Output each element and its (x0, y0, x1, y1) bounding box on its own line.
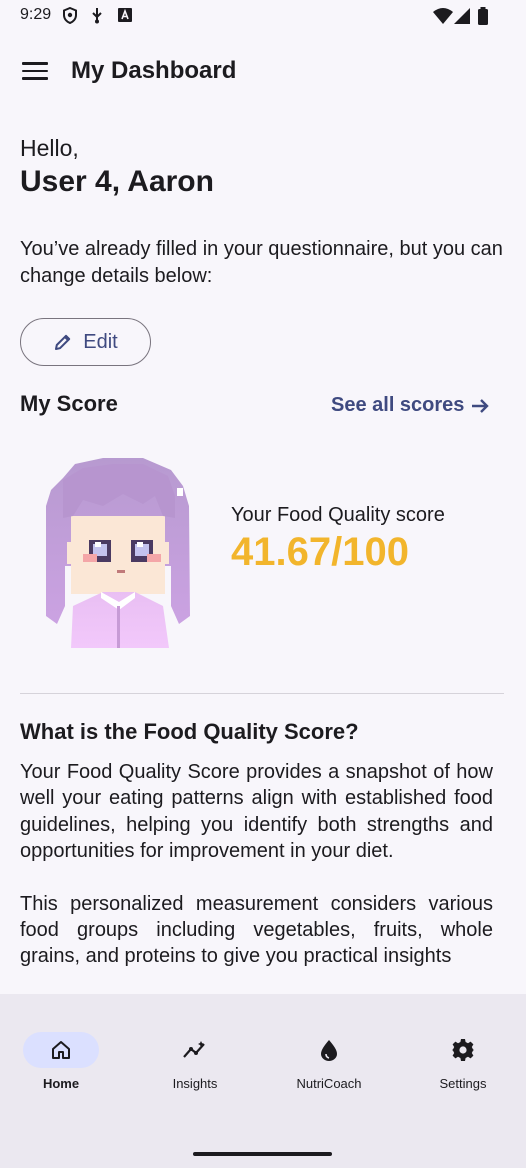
menu-icon[interactable] (22, 62, 48, 82)
edit-button-label: Edit (83, 330, 118, 353)
gear-icon (452, 1039, 474, 1061)
see-all-label: See all scores (331, 394, 465, 416)
score-section-title: My Score (20, 391, 118, 416)
insights-icon (183, 1041, 205, 1058)
about-title: What is the Food Quality Score? (20, 719, 359, 744)
page-title: My Dashboard (71, 57, 237, 84)
app-bar: My Dashboard (0, 40, 526, 104)
wifi-icon (433, 8, 453, 24)
home-icon (52, 1041, 70, 1059)
drop-icon (321, 1040, 337, 1061)
signal-icon (454, 8, 470, 24)
battery-icon (478, 7, 488, 25)
status-time: 9:29 (20, 6, 52, 23)
pencil-icon (55, 334, 71, 350)
divider (20, 693, 504, 694)
accessibility-app-icon (118, 8, 132, 22)
arrow-right-icon (472, 398, 490, 413)
nav-label-nutricoach: NutriCoach (296, 1076, 362, 1091)
home-indicator[interactable] (193, 1152, 332, 1156)
shield-icon (63, 7, 77, 24)
user-name: User 4, Aaron (20, 165, 214, 198)
nav-item-insights[interactable]: Insights (145, 1032, 245, 1091)
greeting-text: Hello, (20, 135, 79, 161)
nav-label-home: Home (42, 1076, 80, 1091)
nav-item-settings[interactable]: Settings (413, 1032, 513, 1091)
score-label: Your Food Quality score (231, 504, 445, 526)
nav-label-settings: Settings (439, 1076, 487, 1091)
about-paragraph-2: This personalized measurement considers … (20, 892, 493, 968)
usb-icon (92, 8, 102, 24)
about-paragraph-1: Your Food Quality Score provides a snaps… (20, 761, 493, 863)
avatar (46, 458, 190, 648)
bottom-navigation: Home Insights NutriCoach Settings (0, 994, 526, 1168)
nav-label-insights: Insights (172, 1076, 218, 1091)
see-all-scores-link[interactable]: See all scores (331, 394, 490, 417)
edit-button[interactable]: Edit (20, 318, 151, 366)
about-text: Your Food Quality Score provides a snaps… (20, 759, 493, 996)
nav-item-home[interactable]: Home (11, 1032, 111, 1091)
intro-text: You’ve already filled in your questionna… (20, 238, 503, 287)
score-value: 41.67/100 (231, 530, 409, 574)
status-bar: 9:29 (0, 0, 526, 32)
nav-item-nutricoach[interactable]: NutriCoach (279, 1032, 379, 1091)
